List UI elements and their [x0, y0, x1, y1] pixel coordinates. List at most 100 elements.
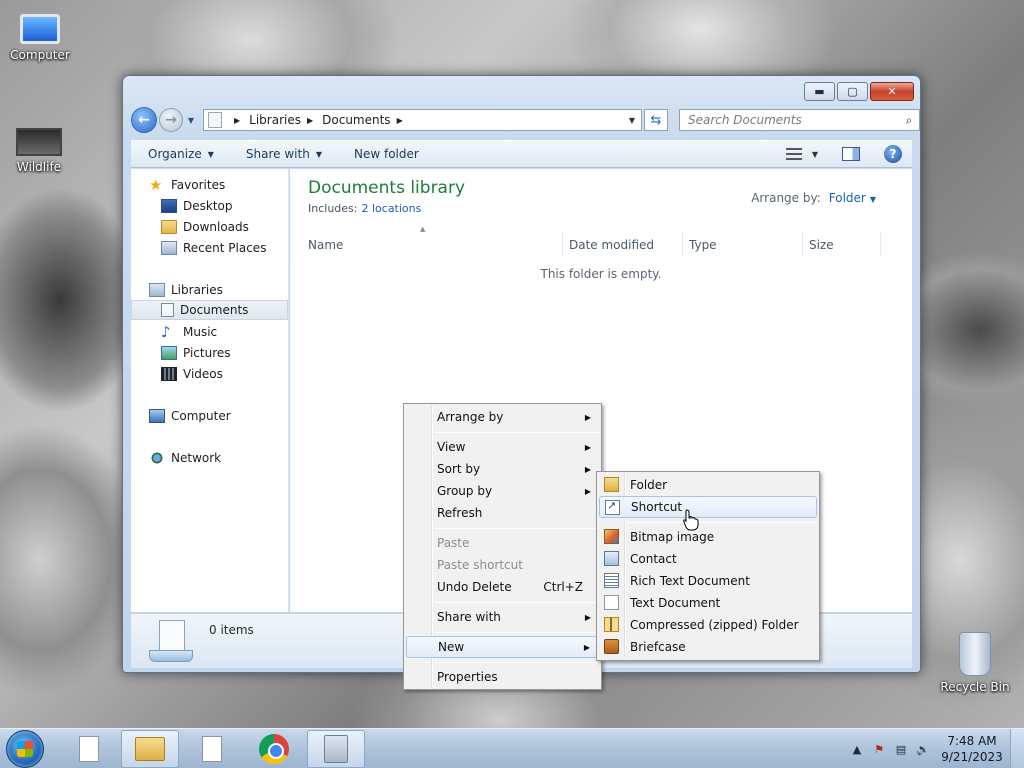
menu-label: Undo Delete — [437, 580, 512, 594]
menu-item-share-with[interactable]: Share with ▶ — [406, 606, 599, 628]
help-icon[interactable]: ? — [884, 145, 902, 163]
nav-music[interactable]: ♪ Music — [131, 322, 288, 342]
menu-label: Briefcase — [630, 640, 686, 654]
back-button[interactable]: ← — [131, 107, 157, 133]
maximize-button[interactable]: ▢ — [837, 82, 868, 101]
menu-item-arrange-by[interactable]: Arrange by ▶ — [406, 406, 599, 428]
address-bar[interactable]: ▶ Libraries ▶ Documents ▶ ▼ — [203, 109, 642, 131]
menu-label: Bitmap image — [630, 530, 715, 544]
breadcrumb-arrow-icon[interactable]: ▶ — [307, 116, 313, 125]
menu-label: Rich Text Document — [630, 574, 750, 588]
recent-places-icon — [161, 241, 177, 255]
taskbar-document[interactable] — [60, 730, 118, 768]
new-contact-item[interactable]: Contact — [599, 548, 817, 570]
system-tray: ▲ ⚑ ▤ 🔈 7:48 AM 9/21/2023 — [846, 729, 1024, 768]
show-desktop-button[interactable] — [1010, 729, 1024, 768]
forward-button[interactable]: → — [159, 108, 183, 132]
menu-item-view[interactable]: View ▶ — [406, 436, 599, 458]
nav-documents[interactable]: Documents — [131, 300, 288, 320]
new-folder-item[interactable]: Folder — [599, 474, 817, 496]
taskbar-chrome[interactable] — [245, 730, 303, 768]
breadcrumb-documents[interactable]: Documents — [322, 113, 390, 127]
share-with-button[interactable]: Share with ▼ — [229, 147, 337, 161]
breadcrumb-libraries[interactable]: Libraries — [249, 113, 301, 127]
desktop-icon-wildlife[interactable]: Wildlife — [1, 118, 77, 174]
desktop-icon-recycle-bin[interactable]: Recycle Bin — [937, 632, 1013, 694]
locations-link[interactable]: 2 locations — [361, 202, 421, 215]
new-shortcut-item[interactable]: Shortcut — [599, 496, 817, 518]
chevron-down-icon[interactable]: ▼ — [870, 195, 876, 204]
new-bitmap-item[interactable]: Bitmap image — [599, 526, 817, 548]
preview-pane-icon[interactable] — [842, 147, 860, 161]
recycle-bin-icon — [959, 632, 991, 676]
network-status-icon[interactable]: ▤ — [890, 743, 912, 756]
menu-item-undo-delete[interactable]: Undo Delete Ctrl+Z — [406, 576, 599, 598]
menu-item-sort-by[interactable]: Sort by ▶ — [406, 458, 599, 480]
start-button[interactable] — [6, 730, 44, 768]
menu-item-properties[interactable]: Properties — [406, 666, 599, 688]
menu-item-paste[interactable]: Paste — [406, 532, 599, 554]
column-header-name[interactable]: Name — [300, 232, 563, 257]
nav-favorites[interactable]: ★ Favorites — [131, 175, 288, 195]
menu-separator — [435, 528, 599, 529]
caption-buttons: ▬ ▢ ✕ — [804, 82, 914, 101]
new-rtf-item[interactable]: Rich Text Document — [599, 570, 817, 592]
navigation-pane: ★ Favorites Desktop Downloads Recent Pla… — [131, 169, 289, 612]
contact-icon — [604, 551, 619, 566]
text-document-icon — [604, 595, 619, 610]
nav-recent-places[interactable]: Recent Places — [131, 238, 288, 258]
arrange-by-dropdown[interactable]: Folder — [829, 191, 866, 205]
breadcrumb-arrow-icon[interactable]: ▶ — [234, 116, 240, 125]
chevron-down-icon[interactable]: ▼ — [812, 150, 818, 159]
new-text-document-item[interactable]: Text Document — [599, 592, 817, 614]
new-folder-button[interactable]: New folder — [337, 147, 434, 161]
refresh-button[interactable]: ⇆ — [644, 109, 668, 131]
column-label: Date modified — [569, 237, 655, 252]
menu-label: Contact — [630, 552, 677, 566]
menu-item-refresh[interactable]: Refresh — [406, 502, 599, 524]
column-label: Size — [809, 237, 834, 252]
organize-button[interactable]: Organize ▼ — [131, 147, 229, 161]
nav-network[interactable]: Network — [131, 448, 288, 468]
submenu-arrow-icon: ▶ — [584, 612, 591, 622]
nav-computer[interactable]: Computer — [131, 406, 288, 426]
new-zip-folder-item[interactable]: Compressed (zipped) Folder — [599, 614, 817, 636]
show-hidden-icons-icon[interactable]: ▲ — [846, 743, 868, 756]
action-center-icon[interactable]: ⚑ — [868, 743, 890, 756]
nav-downloads[interactable]: Downloads — [131, 217, 288, 237]
nav-libraries[interactable]: Libraries — [131, 280, 288, 300]
search-box[interactable]: ⌕ — [679, 109, 920, 131]
submenu-arrow-icon: ▶ — [584, 486, 591, 496]
taskbar-document-2[interactable] — [183, 730, 241, 768]
search-input[interactable] — [680, 113, 899, 127]
menu-separator — [435, 602, 599, 603]
arrange-by-label: Arrange by: — [751, 191, 821, 205]
command-bar: Organize ▼ Share with ▼ New folder ▼ ? — [131, 140, 912, 168]
minimize-button[interactable]: ▬ — [804, 82, 835, 101]
menu-item-paste-shortcut[interactable]: Paste shortcut — [406, 554, 599, 576]
close-button[interactable]: ✕ — [870, 82, 914, 101]
column-header-type[interactable]: Type — [681, 232, 803, 257]
nav-videos[interactable]: Videos — [131, 364, 288, 384]
taskbar-calculator[interactable] — [307, 730, 365, 768]
nav-label: Videos — [183, 367, 223, 381]
menu-label: View — [437, 440, 466, 454]
nav-desktop[interactable]: Desktop — [131, 196, 288, 216]
nav-pictures[interactable]: Pictures — [131, 343, 288, 363]
recent-pages-dropdown[interactable]: ▼ — [185, 116, 197, 125]
menu-item-new[interactable]: New ▶ — [406, 636, 599, 658]
column-header-date-modified[interactable]: Date modified — [561, 232, 683, 257]
search-icon[interactable]: ⌕ — [899, 113, 919, 128]
library-icon — [208, 112, 222, 128]
change-view-icon[interactable] — [785, 148, 802, 160]
menu-item-group-by[interactable]: Group by ▶ — [406, 480, 599, 502]
volume-muted-icon[interactable]: 🔈 — [912, 743, 934, 756]
address-dropdown[interactable]: ▼ — [623, 116, 641, 125]
clock[interactable]: 7:48 AM 9/21/2023 — [934, 733, 1010, 765]
arrange-by-control: Arrange by: Folder ▼ — [751, 191, 876, 205]
taskbar-explorer[interactable] — [121, 730, 179, 768]
breadcrumb-arrow-icon[interactable]: ▶ — [397, 116, 403, 125]
new-briefcase-item[interactable]: Briefcase — [599, 636, 817, 658]
column-header-size[interactable]: Size — [801, 232, 881, 257]
desktop-icon-computer[interactable]: Computer — [2, 6, 78, 62]
